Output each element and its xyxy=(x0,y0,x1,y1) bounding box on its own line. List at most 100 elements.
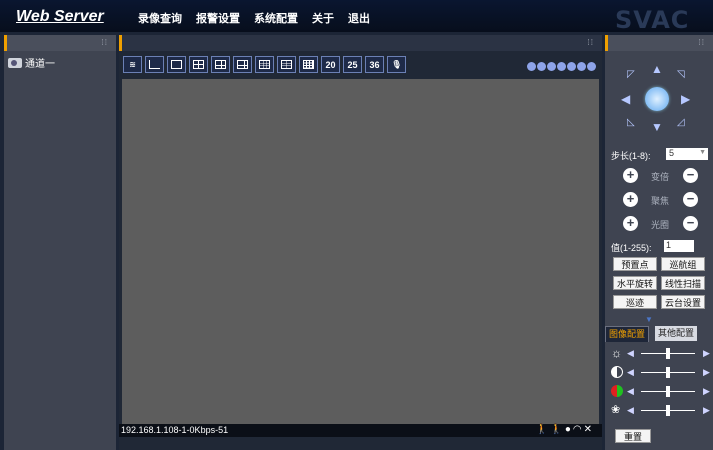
pan-rotate-button[interactable]: 水平旋转 xyxy=(613,276,657,290)
nav-system-config[interactable]: 系统配置 xyxy=(254,10,298,26)
control-panel: ⁞⁞ ▲ ▼ ◀ ▶ ◸ ◹ ◺ ◿ 步长(1-8): 5 + 变倍 − + 聚… xyxy=(605,35,713,450)
layout-4-icon[interactable] xyxy=(189,56,208,73)
brightness-icon: ☼ xyxy=(611,346,622,360)
play-icon[interactable] xyxy=(567,62,576,71)
reset-button[interactable]: 重置 xyxy=(615,429,651,443)
preset-button[interactable]: 预置点 xyxy=(613,257,657,271)
tab-image-config[interactable]: 图像配置 xyxy=(605,326,650,342)
hue-increase-icon[interactable]: ▶ xyxy=(703,405,710,416)
focus-label: 聚焦 xyxy=(651,196,670,206)
ptz-right-icon[interactable]: ▶ xyxy=(681,93,690,105)
video-area: ⁞⁞ ≋ 20 25 36 🎙 192.168.1.108-1-0Kbps-51… xyxy=(119,35,602,450)
contrast-increase-icon[interactable]: ▶ xyxy=(703,367,710,378)
person-icon[interactable]: 🚶 xyxy=(536,424,550,435)
contrast-row: ◀ ▶ xyxy=(609,365,711,381)
stream-toggle-icon[interactable]: ≋ xyxy=(123,56,142,73)
focus-out-button[interactable]: − xyxy=(683,192,698,207)
iris-label: 光圈 xyxy=(651,220,670,230)
saturation-icon xyxy=(611,385,623,397)
ptz-up-left-icon[interactable]: ◸ xyxy=(627,69,635,81)
brand-logo: SVAC xyxy=(615,6,690,34)
layout-1-icon[interactable] xyxy=(167,56,186,73)
hue-row: ❀ ◀ ▶ xyxy=(609,403,711,419)
close-icon[interactable]: ✕ xyxy=(584,424,594,435)
video-viewport[interactable] xyxy=(122,79,599,424)
step-label: 步长(1-8): xyxy=(611,151,651,161)
layout-9-icon[interactable] xyxy=(255,56,274,73)
step-select[interactable]: 5 xyxy=(666,148,708,160)
saturation-increase-icon[interactable]: ▶ xyxy=(703,386,710,397)
brightness-decrease-icon[interactable]: ◀ xyxy=(627,348,634,359)
saturation-slider[interactable] xyxy=(666,386,670,397)
ptz-settings-button[interactable]: 云台设置 xyxy=(661,295,705,309)
focus-in-button[interactable]: + xyxy=(623,192,638,207)
image-tabs: 图像配置 其他配置 xyxy=(605,326,713,342)
brightness-row: ☼ ◀ ▶ xyxy=(609,346,711,362)
ptz-up-right-icon[interactable]: ◹ xyxy=(677,69,685,81)
record-icon[interactable] xyxy=(537,62,546,71)
grip-icon[interactable]: ⁞⁞ xyxy=(588,38,594,47)
ptz-up-icon[interactable]: ▲ xyxy=(651,63,663,75)
layout-36-button[interactable]: 36 xyxy=(365,56,384,73)
nav-about[interactable]: 关于 xyxy=(312,10,334,26)
tab-other-config[interactable]: 其他配置 xyxy=(655,326,698,341)
layout-fullscreen-icon[interactable] xyxy=(145,56,164,73)
nav-logout[interactable]: 退出 xyxy=(348,10,370,26)
iris-open-button[interactable]: + xyxy=(623,216,638,231)
grip-icon[interactable]: ⁞⁞ xyxy=(102,38,108,47)
saturation-decrease-icon[interactable]: ◀ xyxy=(627,386,634,397)
layout-toolbar: ≋ 20 25 36 🎙 xyxy=(123,56,406,76)
stream-status-bar: 192.168.1.108-1-0Kbps-51 🚶🚶●◠✕ xyxy=(119,424,602,437)
camera-icon xyxy=(8,57,22,68)
top-bar: Web Server 录像查询 报警设置 系统配置 关于 退出 SVAC xyxy=(0,0,713,34)
hue-icon: ❀ xyxy=(611,404,621,416)
pattern-button[interactable]: 巡迹 xyxy=(613,295,657,309)
quick-actions xyxy=(527,62,596,71)
nav-record-search[interactable]: 录像查询 xyxy=(138,10,182,26)
talk-icon[interactable] xyxy=(547,62,556,71)
iris-close-button[interactable]: − xyxy=(683,216,698,231)
channel-item[interactable]: 通道一 xyxy=(8,55,116,70)
settings-icon[interactable] xyxy=(587,62,596,71)
hue-slider[interactable] xyxy=(666,405,670,416)
layout-6-icon[interactable] xyxy=(211,56,230,73)
layout-25-button[interactable]: 25 xyxy=(343,56,362,73)
contrast-slider[interactable] xyxy=(666,367,670,378)
download-icon[interactable] xyxy=(557,62,566,71)
saturation-row: ◀ ▶ xyxy=(609,384,711,400)
microphone-icon[interactable]: 🎙 xyxy=(387,56,406,73)
channel-panel-header: ⁞⁞ xyxy=(4,35,116,51)
layout-13-icon[interactable] xyxy=(277,56,296,73)
hue-decrease-icon[interactable]: ◀ xyxy=(627,405,634,416)
collapse-arrow-icon[interactable]: ▼ xyxy=(645,315,653,324)
ptz-center-icon[interactable] xyxy=(645,87,669,111)
snapshot-icon[interactable] xyxy=(527,62,536,71)
brightness-increase-icon[interactable]: ▶ xyxy=(703,348,710,359)
contrast-decrease-icon[interactable]: ◀ xyxy=(627,367,634,378)
video-header: ⁞⁞ xyxy=(119,35,602,51)
channel-panel: ⁞⁞ 通道一 xyxy=(4,35,116,450)
line-scan-button[interactable]: 线性扫描 xyxy=(661,276,705,290)
status-icons: 🚶🚶●◠✕ xyxy=(536,424,594,435)
ptz-direction-pad: ▲ ▼ ◀ ▶ ◸ ◹ ◺ ◿ xyxy=(621,63,693,135)
layout-8-icon[interactable] xyxy=(233,56,252,73)
person-alarm-icon[interactable]: 🚶 xyxy=(550,424,564,435)
main-nav: 录像查询 报警设置 系统配置 关于 退出 xyxy=(138,10,384,26)
headphone-icon[interactable]: ◠ xyxy=(573,424,584,435)
ptz-down-left-icon[interactable]: ◺ xyxy=(627,117,635,129)
zoom-in-button[interactable]: + xyxy=(623,168,638,183)
brightness-slider[interactable] xyxy=(666,348,670,359)
zoom-out-button[interactable]: − xyxy=(683,168,698,183)
nav-alarm-settings[interactable]: 报警设置 xyxy=(196,10,240,26)
value-input[interactable]: 1 xyxy=(664,240,694,252)
channel-label: 通道一 xyxy=(25,59,55,70)
ptz-down-right-icon[interactable]: ◿ xyxy=(677,117,685,129)
ptz-left-icon[interactable]: ◀ xyxy=(621,93,630,105)
grip-icon[interactable]: ⁞⁞ xyxy=(699,38,705,47)
ptz-down-icon[interactable]: ▼ xyxy=(651,121,663,133)
layout-16-icon[interactable] xyxy=(299,56,318,73)
record-dot-icon[interactable]: ● xyxy=(565,424,573,435)
layout-20-button[interactable]: 20 xyxy=(321,56,340,73)
stop-icon[interactable] xyxy=(577,62,586,71)
tour-group-button[interactable]: 巡航组 xyxy=(661,257,705,271)
